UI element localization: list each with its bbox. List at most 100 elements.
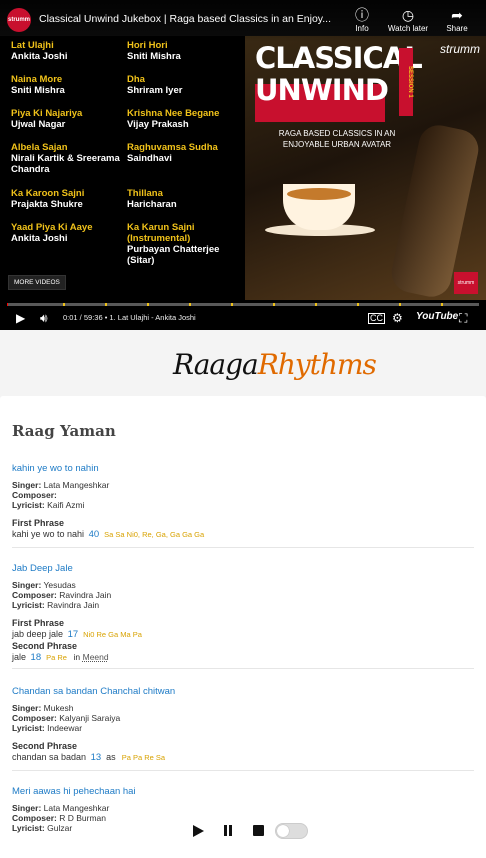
composer-row: Composer: R D Burman [12, 813, 474, 823]
chapter-marker [105, 303, 107, 306]
song-link[interactable]: Jab Deep Jale [12, 563, 474, 574]
logo-word-1: Raaga [173, 348, 259, 381]
composer-row: Composer: Ravindra Jain [12, 590, 474, 600]
composer-value: Ravindra Jain [59, 590, 112, 600]
chapter-marker [315, 303, 317, 306]
art-brand: strumm [440, 42, 480, 56]
lyricist-value: Ravindra Jain [47, 600, 100, 610]
session-badge: SESSION 1 [399, 48, 413, 116]
loop-toggle[interactable] [275, 823, 308, 839]
track-artist: Saindhavi [127, 153, 172, 164]
raag-card: Raag Yaman kahin ye wo to nahin Singer: … [0, 396, 486, 858]
track-item: Lat Ulajhi Ankita Joshi [11, 40, 129, 62]
track-item: Hori Hori Sniti Mishra [127, 40, 245, 62]
volume-icon[interactable]: 🔊︎ [40, 311, 48, 325]
chapter-marker [399, 303, 401, 306]
stop-button[interactable] [253, 825, 264, 836]
song-link[interactable]: Meri aawas hi pehechaan hai [12, 786, 474, 797]
second-phrase-heading: Second Phrase [12, 641, 78, 651]
phrase-timestamp[interactable]: 13 [91, 752, 102, 763]
lyricist-value: Indeewar [47, 723, 83, 733]
fullscreen-icon[interactable]: ⛶ [459, 311, 467, 325]
track-item: Raghuvamsa Sudha Saindhavi [127, 142, 245, 164]
divider [12, 668, 474, 669]
info-button[interactable]: ⓘ Info [342, 6, 382, 33]
video-player[interactable]: Lat Ulajhi Ankita Joshi Naina More Sniti M… [0, 0, 486, 330]
lyricist-label: Lyricist: [12, 600, 45, 610]
singer-value: Lata Mangeshkar [43, 480, 110, 490]
art-title: CLASSICAL UNWIND [255, 41, 423, 124]
art-tagline: RAGA BASED CLASSICS IN AN ENJOYABLE URBA… [278, 129, 396, 149]
track-title: Thillana [127, 188, 163, 199]
progress-played [7, 303, 8, 306]
second-phrase-heading: Second Phrase [12, 741, 78, 751]
singer-label: Singer: [12, 480, 42, 490]
tracklist-panel: Lat Ulajhi Ankita Joshi Naina More Sniti M… [0, 36, 245, 300]
singer-row: Singer: Lata Mangeshkar [12, 803, 474, 813]
phrase-line: jale 18 Pa Re in Meend [12, 651, 474, 664]
art-title-line1: CLASSICAL [255, 41, 423, 75]
phrase-timestamp[interactable]: 18 [31, 652, 42, 663]
share-label: Share [446, 24, 468, 33]
track-artist: Shriram Iyer [127, 85, 183, 96]
chapter-marker [63, 303, 65, 306]
progress-bar[interactable] [7, 303, 479, 306]
video-title[interactable]: Classical Unwind Jukebox | Raga based Cl… [39, 13, 344, 25]
song-entry: Chandan sa bandan Chanchal chitwan Singe… [12, 686, 474, 764]
chapter-title[interactable]: • 1. Lat Ulajhi - Ankita Joshi [105, 313, 196, 322]
track-item: Krishna Nee Begane Vijay Prakash [127, 108, 245, 130]
gear-icon[interactable]: ⚙ [392, 311, 403, 325]
phrase-timestamp[interactable]: 40 [89, 529, 100, 540]
lyricist-label: Lyricist: [12, 823, 45, 833]
video-top-bar: strumm Classical Unwind Jukebox | Raga b… [0, 0, 486, 42]
singer-row: Singer: Lata Mangeshkar [12, 480, 474, 490]
track-title: Raghuvamsa Sudha [127, 142, 218, 153]
channel-logo[interactable]: strumm [7, 8, 31, 32]
more-videos-button[interactable]: MORE VIDEOS [8, 275, 66, 290]
phrase-text: jale [12, 652, 27, 662]
track-item: Albela Sajan Nirali Kartik & Sreerama Cha… [11, 142, 129, 175]
singer-row: Singer: Yesudas [12, 580, 474, 590]
phrase-text: kahi ye wo to nahi [12, 529, 85, 539]
song-link[interactable]: Chandan sa bandan Chanchal chitwan [12, 686, 474, 697]
song-entry: kahin ye wo to nahin Singer: Lata Manges… [12, 463, 474, 541]
lyricist-label: Lyricist: [12, 500, 45, 510]
phrase-timestamp[interactable]: 17 [68, 629, 79, 640]
song-entry: Jab Deep Jale Singer: Yesudas Composer: … [12, 563, 474, 664]
play-icon[interactable]: ▶ [16, 311, 25, 325]
track-artist: Nirali Kartik & Sreerama Chandra [11, 153, 120, 175]
phrase-text: jab deep jale [12, 629, 64, 639]
phrase-connector: as [106, 752, 116, 762]
chapter-marker [357, 303, 359, 306]
site-logo[interactable]: RaagaRhythms [0, 330, 486, 396]
track-artist: Prajakta Shukre [11, 199, 83, 210]
track-artist: Ujwal Nagar [11, 119, 66, 130]
cc-icon[interactable]: CC [368, 313, 385, 324]
lyricist-row: Lyricist: Ravindra Jain [12, 600, 474, 610]
track-item: Yaad Piya Ki Aaye Ankita Joshi [11, 222, 129, 244]
meend-term[interactable]: Meend [83, 652, 109, 662]
composer-row: Composer: [12, 490, 474, 500]
track-artist: Ankita Joshi [11, 233, 68, 244]
share-button[interactable]: ➦ Share [437, 6, 477, 33]
watch-later-button[interactable]: ◷ Watch later [385, 6, 431, 33]
singer-value: Lata Mangeshkar [43, 803, 110, 813]
singer-label: Singer: [12, 703, 42, 713]
clock-icon: ◷ [401, 7, 415, 23]
track-item: Ka Karun Sajni (Instrumental) Purbayan Ch… [127, 222, 245, 266]
phrase-line: kahi ye wo to nahi 40 Sa Sa Ni0, Re, Ga, … [12, 528, 474, 541]
art-logo: strumm [454, 272, 478, 294]
track-item: Dha Shriram Iyer [127, 74, 245, 96]
toggle-knob [277, 825, 289, 837]
track-item: Thillana Haricharan [127, 188, 245, 210]
play-button[interactable] [193, 825, 204, 837]
song-entry: Meri aawas hi pehechaan hai Singer: Lata… [12, 786, 474, 833]
composer-label: Composer: [12, 713, 57, 723]
lyricist-row: Lyricist: Kaifi Azmi [12, 500, 474, 510]
song-link[interactable]: kahin ye wo to nahin [12, 463, 474, 474]
album-art: CLASSICAL UNWIND SESSION 1 strumm RAGA BA… [245, 36, 486, 300]
time-text: 0:01 / 59:36 [63, 313, 103, 322]
composer-label: Composer: [12, 490, 57, 500]
pause-button[interactable] [223, 825, 233, 836]
youtube-logo[interactable]: YouTube [416, 311, 458, 322]
